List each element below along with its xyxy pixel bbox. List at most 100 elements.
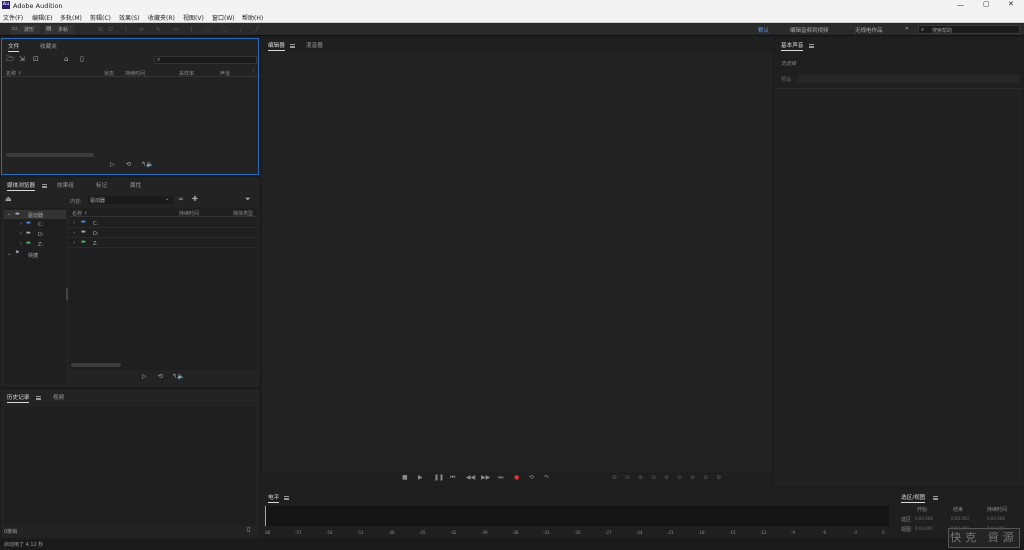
- tab-mixer[interactable]: 混音器: [306, 41, 323, 49]
- menu-effects[interactable]: 效果(S): [119, 13, 140, 22]
- close-file-icon[interactable]: ⌂: [64, 55, 68, 63]
- workspace-radio[interactable]: 无线电作品: [855, 26, 883, 34]
- column-duration[interactable]: 持续时间: [125, 70, 145, 77]
- go-up-icon[interactable]: ⏏: [5, 195, 12, 203]
- editor-canvas[interactable]: [262, 52, 772, 472]
- autoplay-icon[interactable]: ↰🔈: [141, 161, 154, 169]
- ruler-tick: -18: [698, 530, 705, 535]
- panel-menu-icon[interactable]: [290, 44, 295, 48]
- menu-multitrack[interactable]: 多轨(M): [60, 13, 82, 22]
- tab-selection-view[interactable]: 选区/视图: [901, 493, 926, 503]
- column-more-icon[interactable]: ⋮: [251, 69, 256, 75]
- panel-menu-icon[interactable]: [284, 496, 289, 500]
- column-channels[interactable]: 声道: [220, 70, 230, 77]
- list-scrollbar[interactable]: [71, 363, 121, 367]
- skip-icon[interactable]: ↷: [544, 474, 549, 481]
- go-to-start-icon[interactable]: ⏮: [450, 474, 455, 482]
- column-name[interactable]: 名称 ↑: [72, 210, 88, 217]
- tab-effects-rack[interactable]: 效果组: [57, 181, 74, 189]
- menu-edit[interactable]: 编辑(E): [32, 13, 52, 22]
- tree-item-z[interactable]: › ▬ Z:: [4, 240, 66, 249]
- workspace-edit-video[interactable]: 编辑音频到视频: [790, 26, 829, 34]
- preset-dropdown[interactable]: [797, 74, 1019, 83]
- selection-duration[interactable]: 0:00.000: [987, 516, 1005, 521]
- tree-item-d[interactable]: › ▬ D:: [4, 230, 66, 239]
- list-item-label: D:: [93, 231, 99, 237]
- panel-menu-icon[interactable]: [36, 396, 41, 400]
- close-icon[interactable]: ✕: [1008, 0, 1014, 8]
- more-workspaces-icon[interactable]: »: [905, 25, 909, 32]
- files-scrollbar[interactable]: [6, 153, 94, 157]
- tab-favorites[interactable]: 收藏夹: [40, 42, 57, 50]
- tree-item-c[interactable]: › ▬ C:: [4, 220, 66, 229]
- play-icon[interactable]: ▶: [418, 474, 423, 481]
- tab-markers[interactable]: 标记: [96, 181, 107, 189]
- menu-file[interactable]: 文件(F): [3, 13, 23, 22]
- play-icon[interactable]: ▷: [110, 161, 115, 169]
- drive-icon: ▬: [26, 230, 31, 236]
- menu-view[interactable]: 视图(V): [183, 13, 204, 22]
- new-file-icon[interactable]: ⊡: [33, 55, 39, 63]
- rewind-icon[interactable]: ◀◀: [466, 474, 475, 481]
- import-file-icon[interactable]: ⇲: [19, 55, 25, 63]
- tab-essential-sound[interactable]: 基本声音: [781, 41, 804, 51]
- panel-menu-icon[interactable]: [42, 184, 47, 188]
- tree-splitter[interactable]: [66, 288, 68, 300]
- column-samplerate[interactable]: 采样率: [179, 70, 194, 77]
- loop-icon[interactable]: ⟲: [529, 474, 534, 481]
- column-media-type[interactable]: 媒体类型: [233, 210, 253, 217]
- tab-editor[interactable]: 编辑器: [268, 41, 285, 51]
- tab-properties[interactable]: 属性: [130, 181, 141, 189]
- column-status[interactable]: 状态: [104, 70, 114, 77]
- ruler-tick: -36: [512, 530, 519, 535]
- tab-history[interactable]: 历史记录: [7, 393, 30, 403]
- tab-level[interactable]: 电平: [268, 493, 280, 503]
- selection-start[interactable]: 0:00.000: [915, 516, 933, 521]
- files-search-input[interactable]: ⌕: [154, 56, 257, 64]
- autoplay-icon[interactable]: ↰🔈: [172, 373, 185, 381]
- menu-bar: 文件(F) 编辑(E) 多轨(M) 剪辑(C) 效果(S) 收藏夹(R) 视图(…: [0, 11, 1024, 23]
- column-duration[interactable]: 持续时间: [179, 210, 199, 217]
- menu-help[interactable]: 帮助(H): [242, 13, 263, 22]
- play-icon[interactable]: ▷: [142, 373, 147, 381]
- filter-icon[interactable]: ⏷: [245, 195, 251, 203]
- workspace-default[interactable]: 默认: [758, 26, 769, 34]
- add-shortcut-icon[interactable]: ✚: [192, 195, 198, 203]
- menu-window[interactable]: 窗口(W): [212, 13, 235, 22]
- list-item[interactable]: › ▬ D:: [69, 229, 257, 238]
- stop-icon[interactable]: ■: [402, 474, 408, 481]
- panel-menu-icon[interactable]: [933, 496, 938, 500]
- multitrack-button[interactable]: ▤ 多轨: [44, 25, 74, 34]
- loop-icon[interactable]: ⟲: [126, 161, 131, 169]
- link-icon[interactable]: ∞: [178, 195, 184, 203]
- delete-history-icon[interactable]: ▯: [247, 526, 250, 534]
- delete-file-icon[interactable]: ▯: [80, 55, 84, 63]
- content-dropdown[interactable]: 驱动器 ⌄: [88, 196, 173, 204]
- list-item[interactable]: › ▬ Z:: [69, 239, 257, 248]
- tool-icons: ⊞⊟ | ⇹ ✎ ⊶ | ⬚ ⬚ ╱ ╱: [98, 26, 264, 33]
- tab-media-browser[interactable]: 媒体浏览器: [7, 181, 35, 191]
- list-item[interactable]: › ▬ C:: [69, 219, 257, 228]
- open-file-icon[interactable]: 🗁: [6, 55, 15, 63]
- drive-icon: ▬: [81, 229, 86, 235]
- column-name[interactable]: 名称 ↑: [6, 70, 22, 77]
- maximize-icon[interactable]: ▢: [983, 0, 990, 8]
- record-icon[interactable]: ●: [514, 474, 519, 481]
- minimize-icon[interactable]: —: [957, 1, 964, 9]
- fast-forward-icon[interactable]: ▶▶: [481, 474, 490, 481]
- tab-files[interactable]: 文件: [8, 42, 20, 52]
- menu-favorites[interactable]: 收藏夹(R): [148, 13, 175, 22]
- menu-clip[interactable]: 剪辑(C): [90, 13, 111, 22]
- view-start[interactable]: 0:00.000: [915, 526, 933, 531]
- waveform-button[interactable]: ▭ 波形: [10, 25, 40, 34]
- multitrack-label: 多轨: [58, 27, 69, 33]
- tab-video[interactable]: 视频: [53, 393, 64, 401]
- tree-item-drives[interactable]: ⌄ ▬ 驱动器: [4, 210, 66, 219]
- tree-item-shortcuts[interactable]: ⌄ ⚑ 快捷: [4, 250, 66, 259]
- search-help-input[interactable]: ⌕ 搜索帮助: [918, 25, 1020, 34]
- loop-icon[interactable]: ⟲: [158, 373, 163, 381]
- pause-icon[interactable]: ❚❚: [434, 474, 444, 481]
- panel-menu-icon[interactable]: [809, 44, 814, 48]
- go-to-end-icon[interactable]: ⏭: [498, 474, 503, 482]
- selection-end[interactable]: 0:00.000: [951, 516, 969, 521]
